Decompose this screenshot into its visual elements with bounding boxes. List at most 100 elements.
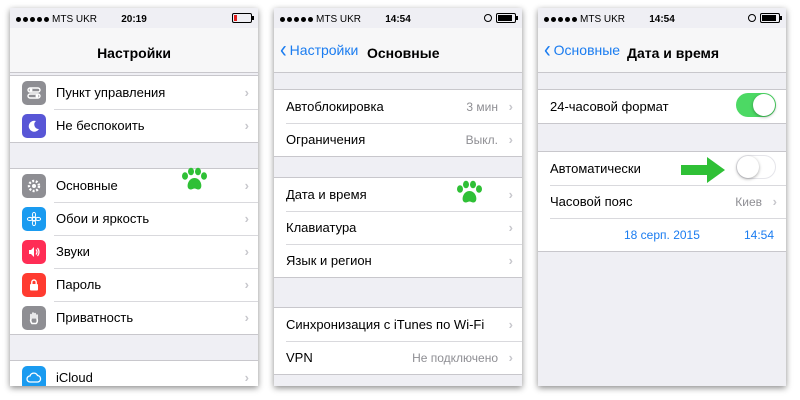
row-label: Клавиатура: [286, 220, 357, 235]
gear-icon: [22, 173, 46, 198]
phone-date-time-screen: MTS UKR 14:54 ‹ Основные Дата и время 24…: [538, 8, 786, 386]
toggle-knob: [737, 156, 759, 178]
general-item-auto-lock[interactable]: Автоблокировка 3 мин ›: [274, 90, 522, 123]
nav-bar: Настройки: [10, 28, 258, 73]
format-24h-toggle[interactable]: [736, 93, 776, 117]
row-value: Выкл.: [465, 132, 498, 147]
general-item-date-time[interactable]: Дата и время ›: [274, 178, 522, 211]
back-button[interactable]: ‹ Настройки: [280, 36, 359, 64]
settings-group-2: Основные › Обои и яркость › Звуки › Паро…: [10, 168, 258, 335]
settings-item-label: Основные: [56, 178, 118, 193]
format-24h-row: 24-часовой формат: [538, 90, 786, 123]
general-item-language-region[interactable]: Язык и регион ›: [274, 244, 522, 277]
row-value: 3 мин: [466, 99, 498, 114]
general-group-2: Дата и время › Клавиатура › Язык и регио…: [274, 177, 522, 278]
settings-item-label: Обои и яркость: [56, 211, 150, 226]
status-right: [748, 13, 782, 23]
chevron-right-icon: ›: [244, 310, 249, 325]
status-time: 20:19: [121, 14, 147, 25]
cloud-icon: [22, 365, 46, 386]
chevron-right-icon: ›: [508, 253, 513, 268]
chevron-right-icon: ›: [244, 211, 249, 226]
paw-marker-icon: [457, 180, 482, 203]
current-date: 18 серп. 2015: [624, 227, 700, 242]
current-time: 14:54: [743, 227, 774, 242]
chevron-left-icon: ‹: [280, 36, 287, 64]
row-label: Автоматически: [550, 161, 641, 176]
general-item-restrictions[interactable]: Ограничения Выкл. ›: [274, 123, 522, 156]
nav-bar: ‹ Настройки Основные: [274, 28, 522, 73]
page-title: Дата и время: [627, 45, 720, 61]
date-time-group-1: 24-часовой формат: [538, 89, 786, 124]
back-button-label: Настройки: [289, 42, 359, 58]
chevron-right-icon: ›: [244, 244, 249, 259]
status-right: [484, 13, 518, 23]
chevron-right-icon: ›: [508, 317, 513, 332]
settings-item-label: Приватность: [56, 310, 134, 325]
chevron-right-icon: ›: [508, 350, 513, 365]
chevron-right-icon: ›: [244, 85, 249, 100]
battery-icon: [760, 13, 782, 23]
chevron-right-icon: ›: [508, 132, 513, 147]
row-label: Дата и время: [286, 187, 367, 202]
settings-item-label: Звуки: [56, 244, 90, 259]
back-button-label: Основные: [553, 42, 621, 58]
settings-item-passcode[interactable]: Пароль ›: [10, 268, 258, 301]
settings-group-3: iCloud ›: [10, 360, 258, 386]
status-bar: MTS UKR 14:54: [274, 8, 522, 28]
settings-group-1: Пункт управления › Не беспокоить ›: [10, 75, 258, 143]
status-bar: MTS UKR 14:54: [538, 8, 786, 28]
row-label: 24-часовой формат: [550, 99, 669, 114]
settings-item-label: Пункт управления: [56, 85, 166, 100]
row-label: Синхронизация с iTunes по Wi-Fi: [286, 317, 485, 332]
battery-icon: [232, 13, 254, 23]
chevron-left-icon: ‹: [544, 36, 551, 64]
alarm-icon: [748, 14, 756, 22]
general-item-keyboard[interactable]: Клавиатура ›: [274, 211, 522, 244]
status-right: [232, 13, 254, 23]
page-title: Основные: [367, 45, 440, 61]
settings-item-label: iCloud: [56, 370, 93, 385]
alarm-icon: [484, 14, 492, 22]
arrow-right-marker-icon: [681, 157, 725, 183]
auto-set-toggle[interactable]: [736, 155, 776, 179]
chevron-right-icon: ›: [772, 194, 777, 209]
general-group-3: Синхронизация с iTunes по Wi-Fi › VPN Не…: [274, 307, 522, 375]
phone-general-screen: MTS UKR 14:54 ‹ Настройки Основные Автоб…: [274, 8, 522, 386]
general-item-vpn[interactable]: VPN Не подключено ›: [274, 341, 522, 374]
hand-icon: [22, 305, 46, 330]
general-group-1: Автоблокировка 3 мин › Ограничения Выкл.…: [274, 89, 522, 157]
nav-bar: ‹ Основные Дата и время: [538, 28, 786, 73]
row-value: Киев: [735, 194, 762, 209]
chevron-right-icon: ›: [244, 277, 249, 292]
speaker-icon: [22, 239, 46, 264]
date-time-value-row[interactable]: 18 серп. 2015 14:54: [538, 218, 786, 251]
settings-item-wallpaper[interactable]: Обои и яркость ›: [10, 202, 258, 235]
row-label: Ограничения: [286, 132, 366, 147]
battery-icon: [496, 13, 518, 23]
row-label: Язык и регион: [286, 253, 372, 268]
row-label: VPN: [286, 350, 313, 365]
flower-icon: [22, 206, 46, 231]
settings-item-sounds[interactable]: Звуки ›: [10, 235, 258, 268]
moon-icon: [22, 113, 46, 138]
paw-marker-icon: [182, 167, 207, 190]
row-label: Автоблокировка: [286, 99, 384, 114]
toggle-knob: [753, 94, 775, 116]
lock-icon: [22, 272, 46, 297]
chevron-right-icon: ›: [244, 118, 249, 133]
chevron-right-icon: ›: [244, 370, 249, 385]
back-button[interactable]: ‹ Основные: [544, 36, 621, 64]
row-label: Часовой пояс: [550, 194, 633, 209]
settings-item-do-not-disturb[interactable]: Не беспокоить ›: [10, 109, 258, 142]
settings-item-icloud[interactable]: iCloud ›: [10, 361, 258, 386]
date-time-group-2: Автоматически Часовой пояс Киев › 18 сер…: [538, 151, 786, 252]
settings-item-control-center[interactable]: Пункт управления ›: [10, 76, 258, 109]
general-item-itunes-wifi-sync[interactable]: Синхронизация с iTunes по Wi-Fi ›: [274, 308, 522, 341]
settings-item-general[interactable]: Основные ›: [10, 169, 258, 202]
settings-item-privacy[interactable]: Приватность ›: [10, 301, 258, 334]
toggles-icon: [22, 80, 46, 105]
auto-set-row: Автоматически: [538, 152, 786, 185]
chevron-right-icon: ›: [508, 187, 513, 202]
timezone-row[interactable]: Часовой пояс Киев ›: [538, 185, 786, 218]
